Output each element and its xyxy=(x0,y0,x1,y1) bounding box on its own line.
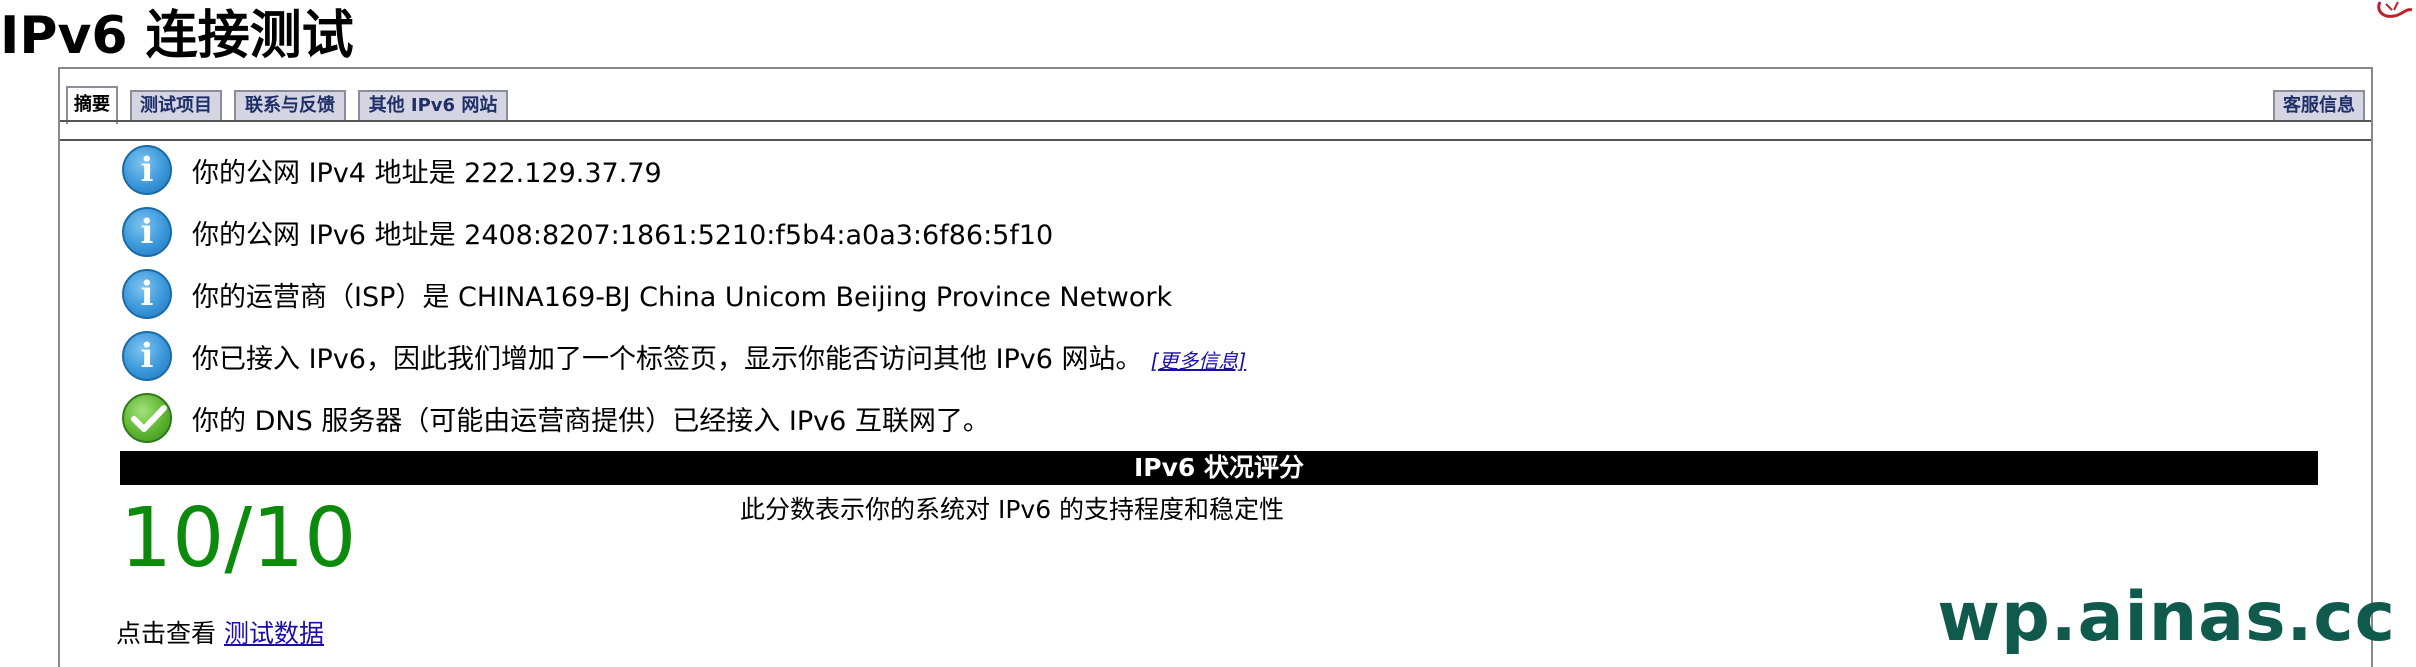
message-row-dns: 你的 DNS 服务器（可能由运营商提供）已经接入 IPv6 互联网了。 xyxy=(122,391,990,445)
tab-other-ipv6-sites[interactable]: 其他 IPv6 网站 xyxy=(358,90,508,122)
message-text: 你的运营商（ISP）是 CHINA169-BJ China Unicom Bei… xyxy=(192,281,1173,313)
message-row-ipv4: i 你的公网 IPv4 地址是 222.129.37.79 xyxy=(122,143,662,197)
score-description: 此分数表示你的系统对 IPv6 的支持程度和稳定性 xyxy=(740,495,1285,524)
message-text: 你已接入 IPv6，因此我们增加了一个标签页，显示你能否访问其他 IPv6 网站… xyxy=(192,337,1246,376)
content-top-border xyxy=(60,139,2371,141)
tab-label: 联系与反馈 xyxy=(245,95,335,116)
tab-label: 测试项目 xyxy=(140,95,212,116)
message-row-ipv6: i 你的公网 IPv6 地址是 2408:8207:1861:5210:f5b4… xyxy=(122,205,1053,259)
watermark: wp.ainas.cc xyxy=(1937,578,2396,657)
corner-decoration-icon xyxy=(2377,1,2413,18)
tab-label: 其他 IPv6 网站 xyxy=(368,95,498,116)
info-icon: i xyxy=(122,207,172,257)
score-value: 10/10 xyxy=(120,491,357,586)
message-text: 你的 DNS 服务器（可能由运营商提供）已经接入 IPv6 互联网了。 xyxy=(192,405,990,437)
view-test-data: 点击查看 测试数据 xyxy=(116,614,324,650)
message-body: 你已接入 IPv6，因此我们增加了一个标签页，显示你能否访问其他 IPv6 网站… xyxy=(192,343,1143,375)
more-info-link[interactable]: [更多信息] xyxy=(1151,349,1247,373)
tab-label: 客服信息 xyxy=(2283,95,2355,116)
tab-test-items[interactable]: 测试项目 xyxy=(130,90,222,122)
tab-contact-feedback[interactable]: 联系与反馈 xyxy=(234,90,346,122)
info-icon: i xyxy=(122,331,172,381)
message-text: 你的公网 IPv6 地址是 2408:8207:1861:5210:f5b4:a… xyxy=(192,219,1054,251)
tab-bar: 摘要 测试项目 联系与反馈 其他 IPv6 网站 客服信息 xyxy=(66,86,2365,124)
message-text: 你的公网 IPv4 地址是 222.129.37.79 xyxy=(192,157,662,189)
test-data-link[interactable]: 测试数据 xyxy=(224,619,324,648)
checkmark-icon xyxy=(122,393,172,443)
tab-summary[interactable]: 摘要 xyxy=(66,86,118,124)
info-icon: i xyxy=(122,269,172,319)
info-icon: i xyxy=(122,145,172,195)
message-row-isp: i 你的运营商（ISP）是 CHINA169-BJ China Unicom B… xyxy=(122,267,1172,321)
message-row-ipv6-tab: i 你已接入 IPv6，因此我们增加了一个标签页，显示你能否访问其他 IPv6 … xyxy=(122,329,1246,383)
view-data-prefix: 点击查看 xyxy=(116,619,217,648)
tab-label: 摘要 xyxy=(74,94,110,115)
score-header: IPv6 状况评分 xyxy=(120,451,2318,485)
page-title: IPv6 连接测试 xyxy=(0,6,354,66)
tab-customer-service[interactable]: 客服信息 xyxy=(2273,90,2365,122)
tab-divider xyxy=(60,120,2371,122)
